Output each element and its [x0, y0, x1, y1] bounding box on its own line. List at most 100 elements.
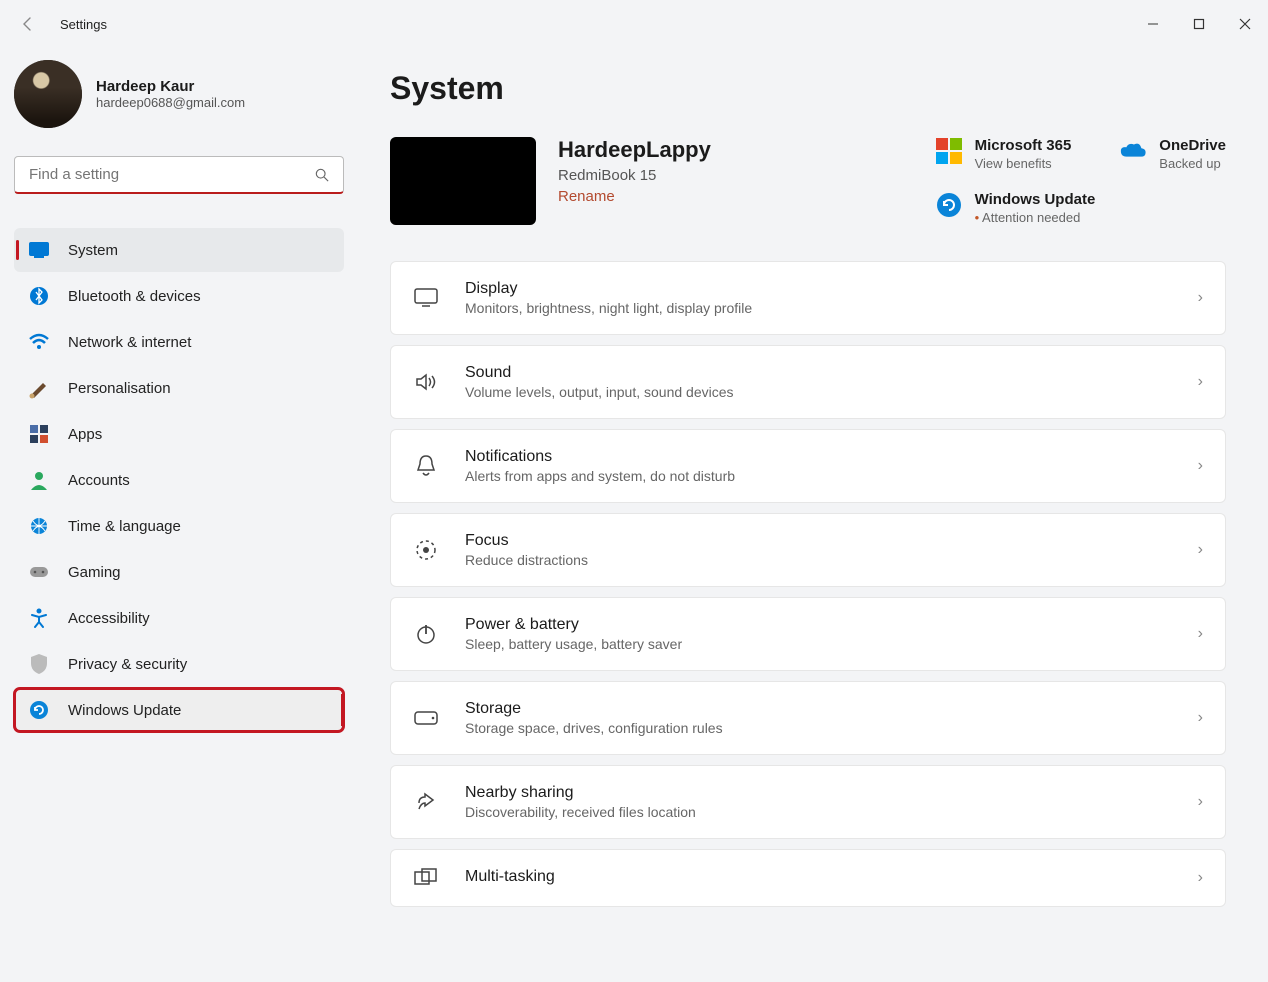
setting-sub: Discoverability, received files location: [465, 804, 1172, 820]
user-email: hardeep0688@gmail.com: [96, 95, 245, 110]
maximize-button[interactable]: [1176, 6, 1222, 42]
sidebar-item-apps[interactable]: Apps: [14, 412, 344, 456]
setting-display[interactable]: Display Monitors, brightness, night light…: [390, 261, 1226, 335]
sidebar-item-accounts[interactable]: Accounts: [14, 458, 344, 502]
sidebar-item-label: Accessibility: [68, 610, 150, 627]
sidebar-item-time-language[interactable]: Time & language: [14, 504, 344, 548]
shield-icon: [28, 653, 50, 675]
search-input-wrap[interactable]: [14, 156, 344, 194]
setting-multitasking[interactable]: Multi-tasking ›: [390, 849, 1226, 907]
gamepad-icon: [28, 561, 50, 583]
setting-storage[interactable]: Storage Storage space, drives, configurat…: [390, 681, 1226, 755]
sidebar-item-system[interactable]: System: [14, 228, 344, 272]
chevron-right-icon: ›: [1198, 869, 1203, 887]
sidebar-item-label: Apps: [68, 426, 102, 443]
setting-title: Display: [465, 280, 1172, 298]
setting-sub: Monitors, brightness, night light, displ…: [465, 300, 1172, 316]
share-icon: [413, 791, 439, 813]
sidebar: Hardeep Kaur hardeep0688@gmail.com Syste…: [0, 48, 358, 982]
setting-sound[interactable]: SoundVolume levels, output, input, sound…: [390, 345, 1226, 419]
setting-sub: Reduce distractions: [465, 552, 1172, 568]
setting-title: Focus: [465, 532, 1172, 550]
paint-icon: [28, 377, 50, 399]
multitask-icon: [413, 868, 439, 888]
chevron-right-icon: ›: [1198, 289, 1203, 307]
setting-power[interactable]: Power & batterySleep, battery usage, bat…: [390, 597, 1226, 671]
sidebar-item-privacy[interactable]: Privacy & security: [14, 642, 344, 686]
update-status-icon: [935, 191, 963, 219]
setting-notifications[interactable]: Notifications Alerts from apps and system…: [390, 429, 1226, 503]
app-title: Settings: [60, 17, 107, 32]
update-icon: [28, 699, 50, 721]
chevron-right-icon: ›: [1198, 625, 1203, 643]
back-button[interactable]: [8, 8, 48, 40]
apps-icon: [28, 423, 50, 445]
setting-sub: Alerts from apps and system, do not dist…: [465, 468, 1172, 484]
device-thumbnail: [390, 137, 536, 225]
status-onedrive[interactable]: OneDrive Backed up: [1119, 137, 1226, 171]
search-input[interactable]: [15, 166, 301, 183]
onedrive-icon: [1119, 137, 1147, 165]
m365-icon: [935, 137, 963, 165]
sidebar-item-label: Bluetooth & devices: [68, 288, 201, 305]
status-title: OneDrive: [1159, 137, 1226, 154]
sidebar-item-accessibility[interactable]: Accessibility: [14, 596, 344, 640]
user-name: Hardeep Kaur: [96, 78, 245, 95]
system-icon: [28, 239, 50, 261]
sidebar-item-label: Windows Update: [68, 702, 181, 719]
chevron-right-icon: ›: [1198, 457, 1203, 475]
sidebar-item-bluetooth[interactable]: Bluetooth & devices: [14, 274, 344, 318]
globe-clock-icon: [28, 515, 50, 537]
device-name: HardeepLappy: [558, 137, 711, 163]
status-microsoft365[interactable]: Microsoft 365 View benefits: [935, 137, 1096, 171]
status-windows-update[interactable]: Windows Update Attention needed: [935, 191, 1096, 225]
status-sub: View benefits: [975, 156, 1072, 171]
device-model: RedmiBook 15: [558, 167, 711, 184]
status-sub: Backed up: [1159, 156, 1226, 171]
content-area: System HardeepLappy RedmiBook 15 Rename …: [358, 48, 1268, 982]
chevron-right-icon: ›: [1198, 709, 1203, 727]
person-icon: [28, 469, 50, 491]
sidebar-item-personalisation[interactable]: Personalisation: [14, 366, 344, 410]
accessibility-icon: [28, 607, 50, 629]
sidebar-item-label: Network & internet: [68, 334, 191, 351]
sidebar-item-label: Gaming: [68, 564, 121, 581]
bluetooth-icon: [28, 285, 50, 307]
minimize-button[interactable]: [1130, 6, 1176, 42]
setting-title: Multi-tasking: [465, 868, 1172, 886]
search-icon: [301, 168, 343, 182]
titlebar: Settings: [0, 0, 1268, 48]
close-button[interactable]: [1222, 6, 1268, 42]
sidebar-item-label: System: [68, 242, 118, 259]
chevron-right-icon: ›: [1198, 793, 1203, 811]
rename-link[interactable]: Rename: [558, 188, 711, 205]
sidebar-item-label: Accounts: [68, 472, 130, 489]
user-card[interactable]: Hardeep Kaur hardeep0688@gmail.com: [14, 48, 344, 152]
status-sub: Attention needed: [975, 210, 1096, 225]
chevron-right-icon: ›: [1198, 541, 1203, 559]
setting-nearby-sharing[interactable]: Nearby sharing Discoverability, received …: [390, 765, 1226, 839]
sidebar-item-network[interactable]: Network & internet: [14, 320, 344, 364]
setting-title: Notifications: [465, 448, 1172, 466]
setting-focus[interactable]: Focus Reduce distractions ›: [390, 513, 1226, 587]
storage-icon: [413, 711, 439, 725]
status-title: Microsoft 365: [975, 137, 1072, 154]
sidebar-item-label: Time & language: [68, 518, 181, 535]
setting-title: Storage: [465, 700, 1172, 718]
focus-icon: [413, 538, 439, 562]
bell-icon: [413, 454, 439, 478]
display-icon: [413, 288, 439, 308]
sound-icon: [413, 372, 439, 392]
sidebar-item-label: Personalisation: [68, 380, 171, 397]
status-title: Windows Update: [975, 191, 1096, 208]
setting-sub: Storage space, drives, configuration rul…: [465, 720, 1172, 736]
chevron-right-icon: ›: [1198, 373, 1203, 391]
sidebar-item-gaming[interactable]: Gaming: [14, 550, 344, 594]
sidebar-item-label: Privacy & security: [68, 656, 187, 673]
setting-title: Nearby sharing: [465, 784, 1172, 802]
sidebar-item-windows-update[interactable]: Windows Update: [14, 688, 344, 732]
setting-title: Power & battery: [465, 616, 1172, 634]
page-title: System: [390, 70, 1226, 107]
power-icon: [413, 623, 439, 645]
setting-title: Sound: [465, 364, 1172, 382]
